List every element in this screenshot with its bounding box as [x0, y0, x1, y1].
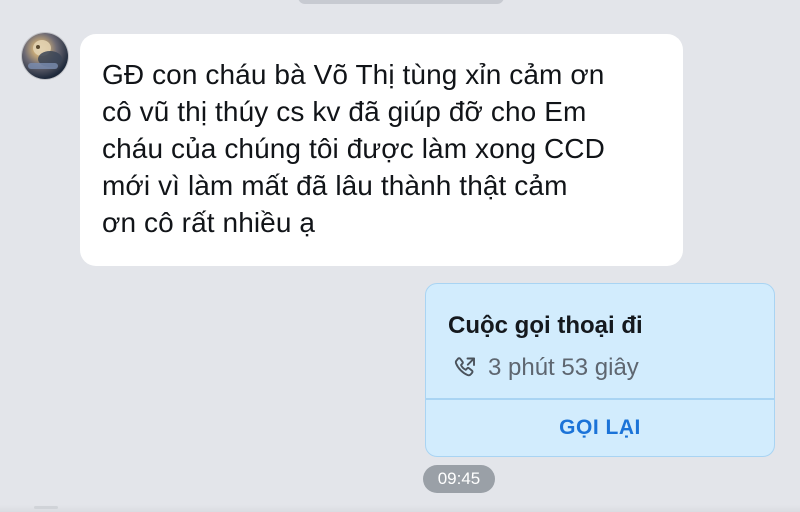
call-detail: 3 phút 53 giây [452, 354, 639, 382]
message-line: mới vì làm mất đã lâu thành thật cảm [102, 170, 568, 201]
call-back-button[interactable]: GỌI LẠI [426, 400, 774, 456]
sender-avatar[interactable] [22, 33, 68, 79]
call-duration: 3 phút 53 giây [488, 354, 639, 381]
message-timestamp: 09:45 [423, 465, 495, 493]
message-text: GĐ con cháu bà Võ Thị tùng xỉn cảm ơn cô… [102, 56, 665, 241]
call-title: Cuộc gọi thoại đi [448, 312, 643, 339]
incoming-message-bubble[interactable]: GĐ con cháu bà Võ Thị tùng xỉn cảm ơn cô… [80, 34, 683, 266]
message-line: cô vũ thị thúy cs kv đã giúp đỡ cho Em [102, 96, 587, 127]
outgoing-call-card[interactable]: Cuộc gọi thoại đi 3 phút 53 giây GỌI LẠI [425, 283, 775, 457]
message-line: GĐ con cháu bà Võ Thị tùng xỉn cảm ơn [102, 59, 605, 90]
previous-message-edge [298, 0, 504, 4]
phone-outgoing-icon [452, 355, 478, 381]
next-message-mark [34, 506, 58, 509]
next-message-edge [0, 505, 800, 512]
chat-area: GĐ con cháu bà Võ Thị tùng xỉn cảm ơn cô… [0, 0, 800, 512]
message-line: cháu của chúng tôi được làm xong CCD [102, 133, 605, 164]
message-line: ơn cô rất nhiều ạ [102, 207, 316, 238]
